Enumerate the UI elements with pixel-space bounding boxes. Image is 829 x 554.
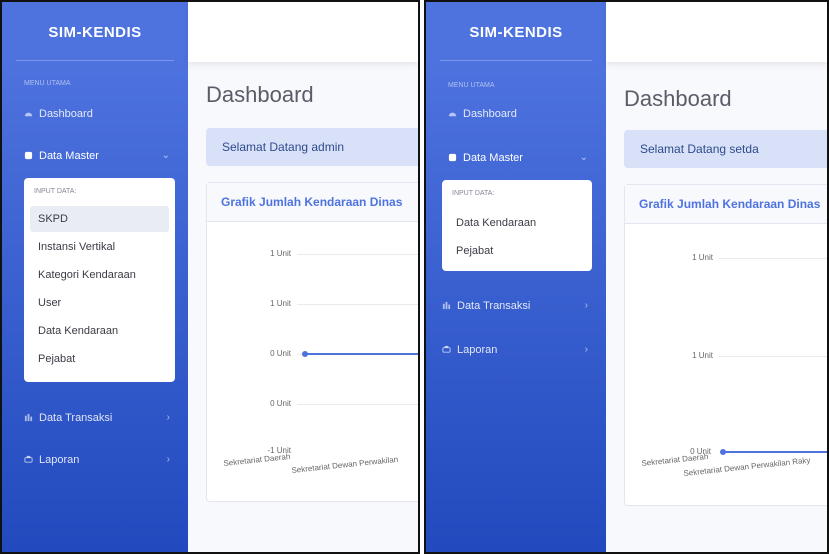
grid-line <box>297 404 418 405</box>
series-line <box>305 353 418 355</box>
sidebar-heading: MENU UTAMA <box>24 80 71 87</box>
page-title: Dashboard <box>624 86 732 111</box>
sidebar-item-laporan[interactable]: Laporan › <box>442 344 592 356</box>
y-tick-label: 1 Unit <box>692 351 713 360</box>
sidebar-item-laporan[interactable]: Laporan › <box>24 454 174 466</box>
dropdown-item-data-kendaraan[interactable]: Data Kendaraan <box>448 210 586 236</box>
sidebar-item-data-master[interactable]: Data Master ⌄ <box>24 150 174 162</box>
sidebar-item-dashboard[interactable]: Dashboard <box>448 108 592 120</box>
sidebar-divider <box>16 60 174 61</box>
chart-card-title: Grafik Jumlah Kendaraan Dinas <box>639 197 821 211</box>
sidebar-item-label: Data Master <box>463 152 523 164</box>
dropdown-item-user[interactable]: User <box>30 290 169 316</box>
data-point <box>720 449 726 455</box>
database-icon <box>448 153 457 162</box>
welcome-text: Selamat Datang admin <box>222 140 345 154</box>
dropdown-item-instansi-vertikal[interactable]: Instansi Vertikal <box>30 234 169 260</box>
page-title: Dashboard <box>206 82 314 107</box>
sidebar-item-label: Laporan <box>39 454 80 466</box>
welcome-alert: Selamat Datang admin <box>206 128 418 166</box>
x-tick-label: Sekretariat Dewan Perwakilan <box>291 454 399 475</box>
sidebar-heading: MENU UTAMA <box>448 82 495 89</box>
sidebar-item-data-transaksi[interactable]: Data Transaksi › <box>442 300 592 312</box>
sidebar-item-data-transaksi[interactable]: Data Transaksi › <box>24 412 174 424</box>
grid-line <box>719 258 827 259</box>
tachometer-icon <box>24 112 33 117</box>
sidebar: SIM-KENDIS MENU UTAMA Dashboard Data Mas… <box>2 2 188 552</box>
sidebar-item-label: Dashboard <box>463 108 517 120</box>
chevron-right-icon: › <box>584 300 588 311</box>
chevron-down-icon: ⌄ <box>579 152 588 163</box>
chart-card: Grafik Jumlah Kendaraan Dinas 1 Unit 1 U… <box>206 182 418 502</box>
welcome-text: Selamat Datang setda <box>640 142 759 156</box>
sidebar: SIM-KENDIS MENU UTAMA Dashboard Data Mas… <box>426 2 606 552</box>
print-icon <box>24 455 33 463</box>
dropdown-item-pejabat[interactable]: Pejabat <box>448 238 586 264</box>
y-tick-label: 1 Unit <box>270 249 291 258</box>
dropdown-heading: INPUT DATA: <box>34 188 77 195</box>
dropdown-heading: INPUT DATA: <box>452 190 495 197</box>
sidebar-item-dashboard[interactable]: Dashboard <box>24 108 174 120</box>
y-tick-label: 0 Unit <box>270 399 291 408</box>
dropdown-item-kategori-kendaraan[interactable]: Kategori Kendaraan <box>30 262 169 288</box>
y-tick-label: 0 Unit <box>270 349 291 358</box>
dropdown-item-skpd[interactable]: SKPD <box>30 206 169 232</box>
brand-logo-text[interactable]: SIM-KENDIS <box>2 24 188 41</box>
data-master-dropdown: INPUT DATA: SKPD Instansi Vertikal Kateg… <box>24 178 175 382</box>
topbar <box>606 2 827 62</box>
welcome-alert: Selamat Datang setda <box>624 130 827 168</box>
chart-card-title: Grafik Jumlah Kendaraan Dinas <box>221 195 403 209</box>
topbar <box>188 2 418 62</box>
chart-card-header: Grafik Jumlah Kendaraan Dinas <box>625 185 827 224</box>
dropdown-item-data-kendaraan[interactable]: Data Kendaraan <box>30 318 169 344</box>
chevron-right-icon: › <box>584 344 588 355</box>
sidebar-item-label: Dashboard <box>39 108 93 120</box>
sidebar-divider <box>440 60 592 61</box>
chart-card-header: Grafik Jumlah Kendaraan Dinas <box>207 183 418 222</box>
sidebar-item-label: Laporan <box>457 344 498 356</box>
tachometer-icon <box>448 112 457 117</box>
sidebar-item-label: Data Transaksi <box>457 300 531 312</box>
grid-line <box>719 356 827 357</box>
print-icon <box>442 345 451 353</box>
y-tick-label: 1 Unit <box>270 299 291 308</box>
grid-line <box>297 254 418 255</box>
series-line <box>723 451 827 453</box>
data-point <box>302 351 308 357</box>
grid-line <box>297 304 418 305</box>
chevron-down-icon: ⌄ <box>161 150 170 161</box>
chart-card: Grafik Jumlah Kendaraan Dinas 1 Unit 1 U… <box>624 184 827 506</box>
y-tick-label: 1 Unit <box>692 253 713 262</box>
chevron-right-icon: › <box>166 412 170 423</box>
database-icon <box>24 151 33 160</box>
sidebar-item-label: Data Master <box>39 150 99 162</box>
chevron-right-icon: › <box>166 454 170 465</box>
screenshot-panel-setda: SIM-KENDIS MENU UTAMA Dashboard Data Mas… <box>424 0 829 554</box>
sidebar-item-label: Data Transaksi <box>39 412 113 424</box>
brand-logo-text[interactable]: SIM-KENDIS <box>426 24 606 41</box>
sidebar-item-data-master[interactable]: Data Master ⌄ <box>448 152 592 164</box>
building-icon <box>442 301 451 310</box>
screenshot-panel-admin: SIM-KENDIS MENU UTAMA Dashboard Data Mas… <box>0 0 420 554</box>
data-master-dropdown: INPUT DATA: Data Kendaraan Pejabat <box>442 180 592 271</box>
dropdown-item-pejabat[interactable]: Pejabat <box>30 346 169 372</box>
building-icon <box>24 413 33 422</box>
